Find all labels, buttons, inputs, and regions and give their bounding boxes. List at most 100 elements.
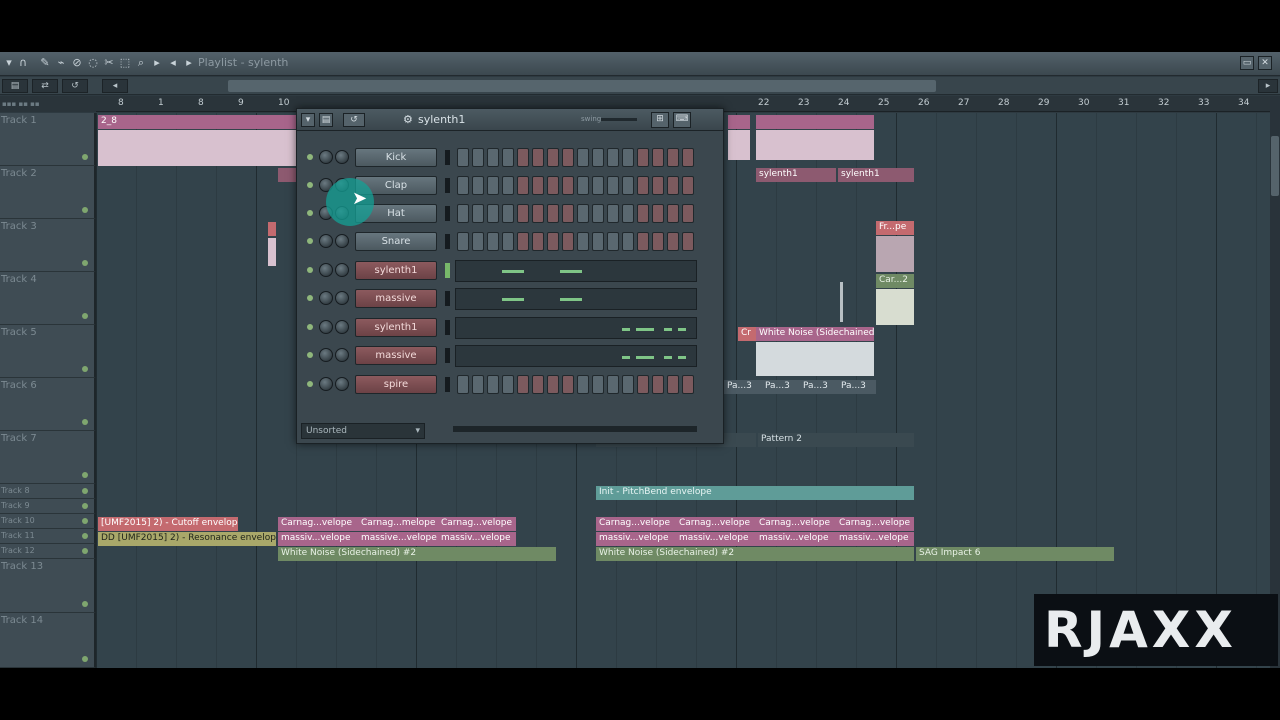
step-button[interactable] xyxy=(622,232,634,251)
clip[interactable] xyxy=(728,115,750,129)
track-header[interactable]: Track 14 xyxy=(0,613,96,668)
arrow-left-icon[interactable]: ◂ xyxy=(166,55,180,71)
channel-led[interactable] xyxy=(307,210,313,216)
track-header[interactable]: Track 5 xyxy=(0,325,96,378)
step-button[interactable] xyxy=(472,148,484,167)
clip[interactable]: Pa...3 xyxy=(762,380,800,394)
step-button[interactable] xyxy=(637,176,649,195)
clip[interactable]: Pa...3 xyxy=(800,380,838,394)
volume-knob[interactable] xyxy=(335,150,349,164)
brush-icon[interactable]: ⌁ xyxy=(54,55,68,71)
clip[interactable]: Pattern 2 xyxy=(758,433,914,447)
step-button[interactable] xyxy=(667,176,679,195)
close-button[interactable]: ✕ xyxy=(1258,56,1272,70)
play-icon[interactable]: ▸ xyxy=(150,55,164,71)
clip[interactable]: White Noise (Sidechained) #2 xyxy=(278,547,556,561)
step-button[interactable] xyxy=(517,232,529,251)
track-led[interactable] xyxy=(82,503,88,509)
channel-led[interactable] xyxy=(307,182,313,188)
step-button[interactable] xyxy=(622,176,634,195)
step-button[interactable] xyxy=(487,176,499,195)
channel-button[interactable]: sylenth1 xyxy=(355,318,437,337)
step-button[interactable] xyxy=(592,204,604,223)
step-button[interactable] xyxy=(457,375,469,394)
track-header[interactable]: Track 4 xyxy=(0,272,96,325)
clip[interactable]: massiv...velope xyxy=(438,532,516,546)
channel-filter-select[interactable]: Unsorted ▾ xyxy=(301,423,425,439)
clip[interactable]: Pa...3 xyxy=(724,380,762,394)
track-header[interactable]: Track 13 xyxy=(0,559,96,613)
zoom-icon[interactable]: ⌕ xyxy=(134,55,148,71)
channel-button[interactable]: massive xyxy=(355,289,437,308)
step-button[interactable] xyxy=(637,148,649,167)
pan-knob[interactable] xyxy=(319,320,333,334)
step-button[interactable] xyxy=(562,148,574,167)
channel-led[interactable] xyxy=(307,324,313,330)
step-button[interactable] xyxy=(622,375,634,394)
step-button[interactable] xyxy=(592,232,604,251)
pan-knob[interactable] xyxy=(319,263,333,277)
mute-icon[interactable]: ◌ xyxy=(86,55,100,71)
volume-knob[interactable] xyxy=(335,348,349,362)
step-button[interactable] xyxy=(592,176,604,195)
track-header[interactable]: Track 1 xyxy=(0,113,96,166)
track-header[interactable]: Track 2 xyxy=(0,166,96,219)
swing-slider[interactable] xyxy=(601,118,637,121)
step-button[interactable] xyxy=(562,176,574,195)
step-button[interactable] xyxy=(562,232,574,251)
menu-icon[interactable]: ▾ xyxy=(2,55,16,71)
step-button[interactable] xyxy=(637,375,649,394)
clip[interactable]: SAG Impact 6 xyxy=(916,547,1114,561)
channel-button[interactable]: Kick xyxy=(355,148,437,167)
step-button[interactable] xyxy=(457,176,469,195)
clip[interactable]: Carnag...velope xyxy=(676,517,756,531)
channel-led[interactable] xyxy=(307,352,313,358)
mini-piano-roll[interactable] xyxy=(455,317,697,339)
clip[interactable]: massiv...velope xyxy=(676,532,756,546)
step-button[interactable] xyxy=(472,232,484,251)
step-button[interactable] xyxy=(667,204,679,223)
step-button[interactable] xyxy=(487,375,499,394)
graph-editor-button[interactable]: ⊞ xyxy=(651,112,669,128)
channel-button[interactable]: sylenth1 xyxy=(355,261,437,280)
scroll-right-button[interactable]: ▸ xyxy=(1258,79,1278,93)
snap-button[interactable]: ▤ xyxy=(2,79,28,93)
step-button[interactable] xyxy=(607,204,619,223)
step-button[interactable] xyxy=(487,204,499,223)
rack-scrollbar[interactable] xyxy=(453,426,697,432)
step-button[interactable] xyxy=(502,232,514,251)
track-led[interactable] xyxy=(82,472,88,478)
volume-knob[interactable] xyxy=(335,377,349,391)
magnet-icon[interactable]: ∩ xyxy=(16,55,30,71)
pan-knob[interactable] xyxy=(319,377,333,391)
track-led[interactable] xyxy=(82,548,88,554)
clip[interactable]: Carnag...melope xyxy=(358,517,438,531)
step-button[interactable] xyxy=(577,204,589,223)
track-led[interactable] xyxy=(82,207,88,213)
step-button[interactable] xyxy=(607,375,619,394)
clip[interactable]: Carnag...velope xyxy=(278,517,358,531)
step-button[interactable] xyxy=(652,204,664,223)
select-icon[interactable]: ⬚ xyxy=(118,55,132,71)
track-header[interactable]: Track 7 xyxy=(0,431,96,484)
step-button[interactable] xyxy=(487,232,499,251)
step-button[interactable] xyxy=(622,148,634,167)
step-button[interactable] xyxy=(562,375,574,394)
track-header[interactable]: Track 3 xyxy=(0,219,96,272)
step-button[interactable] xyxy=(652,375,664,394)
step-button[interactable] xyxy=(547,232,559,251)
clip[interactable]: DD [UMF2015] 2) - Resonance envelope xyxy=(98,532,276,546)
clip[interactable] xyxy=(268,222,276,236)
track-led[interactable] xyxy=(82,154,88,160)
step-button[interactable] xyxy=(682,176,694,195)
clip[interactable]: massiv...velope xyxy=(596,532,676,546)
pencil-icon[interactable]: ✎ xyxy=(38,55,52,71)
step-button[interactable] xyxy=(637,232,649,251)
track-led[interactable] xyxy=(82,366,88,372)
step-button[interactable] xyxy=(517,148,529,167)
step-button[interactable] xyxy=(652,176,664,195)
channel-button[interactable]: spire xyxy=(355,375,437,394)
clip[interactable]: sylenth1 xyxy=(838,168,914,182)
view-button[interactable]: ⇄ xyxy=(32,79,58,93)
track-header[interactable]: Track 6 xyxy=(0,378,96,431)
